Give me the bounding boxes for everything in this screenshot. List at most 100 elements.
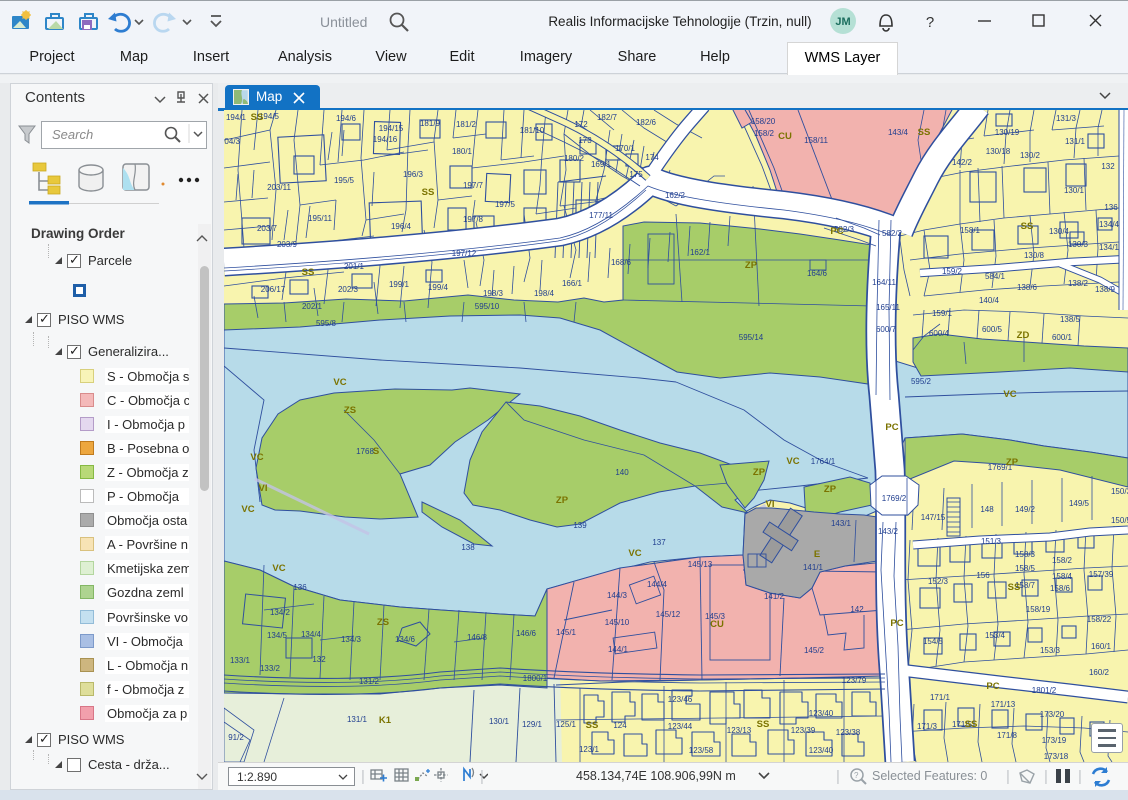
svg-text:136: 136 [293,583,307,592]
svg-text:199/1: 199/1 [389,280,410,289]
svg-text:171/8: 171/8 [997,731,1018,740]
svg-text:162/2: 162/2 [665,191,686,200]
svg-text:160/1: 160/1 [1091,642,1112,651]
svg-text:152/3: 152/3 [928,577,949,586]
svg-text:171/3: 171/3 [917,722,938,731]
svg-text:SS: SS [586,720,599,731]
svg-text:134/5: 134/5 [267,631,288,640]
svg-text:154/5: 154/5 [923,637,944,646]
svg-text:ZS: ZS [344,405,356,416]
svg-text:131/3: 131/3 [1056,114,1077,123]
svg-text:130/4: 130/4 [1049,227,1070,236]
svg-text:158/20: 158/20 [751,117,776,126]
svg-text:181/10: 181/10 [520,126,545,135]
svg-text:173/19: 173/19 [1042,736,1067,745]
svg-text:123/46: 123/46 [668,695,693,704]
svg-text:123/38: 123/38 [836,728,861,737]
svg-text:164/6: 164/6 [807,269,828,278]
svg-text:?: ? [854,771,859,780]
svg-text:138/6: 138/6 [1017,283,1038,292]
svg-text:134/1: 134/1 [1099,243,1120,252]
svg-text:PC: PC [830,226,843,237]
svg-text:600/5: 600/5 [982,325,1003,334]
svg-text:182/7: 182/7 [597,113,618,122]
svg-text:158/1: 158/1 [960,226,981,235]
svg-text:130/1: 130/1 [489,717,510,726]
svg-text:134/4: 134/4 [301,630,322,639]
svg-text:123/58: 123/58 [689,746,714,755]
svg-text:140/4: 140/4 [979,296,1000,305]
svg-text:160/2: 160/2 [1089,668,1110,677]
svg-text:203/11: 203/11 [267,183,291,192]
svg-text:SS: SS [965,719,978,730]
svg-text:201/1: 201/1 [344,262,365,271]
svg-text:148: 148 [980,505,994,514]
svg-text:144/4: 144/4 [647,580,668,589]
svg-text:158/4: 158/4 [1052,572,1073,581]
svg-text:ZP: ZP [824,484,837,495]
svg-text:VC: VC [628,548,641,559]
svg-text:175: 175 [629,170,643,179]
svg-text:136: 136 [1104,203,1118,212]
svg-text:165/11: 165/11 [876,303,900,312]
svg-text:170/1: 170/1 [615,144,636,153]
svg-text:151/3: 151/3 [981,537,1002,546]
svg-text:182/6: 182/6 [636,118,657,127]
svg-text:149/5: 149/5 [1069,499,1090,508]
svg-text:202/3: 202/3 [338,285,359,294]
svg-text:140: 140 [615,468,629,477]
svg-text:123/44: 123/44 [668,722,693,731]
svg-text:SS: SS [1008,582,1021,593]
svg-text:180/1: 180/1 [452,147,473,156]
svg-text:1764/1: 1764/1 [811,457,836,466]
svg-text:123/79: 123/79 [842,676,867,685]
svg-text:138/5: 138/5 [1060,315,1081,324]
svg-text:JM: JM [835,16,850,28]
svg-text:K1: K1 [379,715,392,726]
svg-text:169/1: 169/1 [591,160,612,169]
svg-text:194/1: 194/1 [226,113,247,122]
svg-text:194/6: 194/6 [336,114,357,123]
svg-text:203/9: 203/9 [277,240,298,249]
svg-text:159/2: 159/2 [942,267,963,276]
svg-text:E: E [814,549,820,560]
svg-text:181/9: 181/9 [420,119,441,128]
svg-text:172: 172 [574,120,588,129]
svg-text:130/18: 130/18 [986,147,1011,156]
svg-text:171/1: 171/1 [930,693,951,702]
svg-text:134/2: 134/2 [270,608,291,617]
svg-text:166/1: 166/1 [562,279,583,288]
svg-text:123/13: 123/13 [727,726,752,735]
svg-text:198/4: 198/4 [534,289,555,298]
svg-text:197/12: 197/12 [452,249,477,258]
svg-text:PC: PC [890,618,903,629]
svg-text:125/1: 125/1 [556,720,577,729]
svg-text:1801/2: 1801/2 [1032,686,1057,695]
svg-text:181/2: 181/2 [456,120,477,129]
svg-text:177/11: 177/11 [589,211,613,220]
svg-text:PC: PC [885,422,898,433]
svg-text:158/22: 158/22 [1087,615,1112,624]
svg-text:?: ? [926,14,934,31]
svg-text:582/2: 582/2 [882,229,903,238]
svg-text:194/15: 194/15 [379,124,404,133]
svg-text:131/2: 131/2 [359,677,380,686]
svg-text:158/3: 158/3 [1015,550,1036,559]
svg-text:197/8: 197/8 [463,215,484,224]
svg-text:203/7: 203/7 [257,224,278,233]
svg-text:141/2: 141/2 [764,592,785,601]
svg-text:130/3: 130/3 [1068,240,1089,249]
svg-text:204/3: 204/3 [224,137,241,146]
svg-text:157/39: 157/39 [1089,570,1114,579]
svg-text:VI: VI [766,499,775,510]
svg-text:146/6: 146/6 [516,629,537,638]
svg-text:139: 139 [573,521,587,530]
svg-text:143/2: 143/2 [878,527,899,536]
svg-text:595/14: 595/14 [739,333,764,342]
svg-text:158/11: 158/11 [804,136,828,145]
svg-text:194/16: 194/16 [373,135,398,144]
svg-text:195/5: 195/5 [334,176,355,185]
svg-text:130/2: 130/2 [1020,151,1041,160]
svg-text:134/4: 134/4 [1099,220,1120,229]
svg-text:134/6: 134/6 [395,635,416,644]
